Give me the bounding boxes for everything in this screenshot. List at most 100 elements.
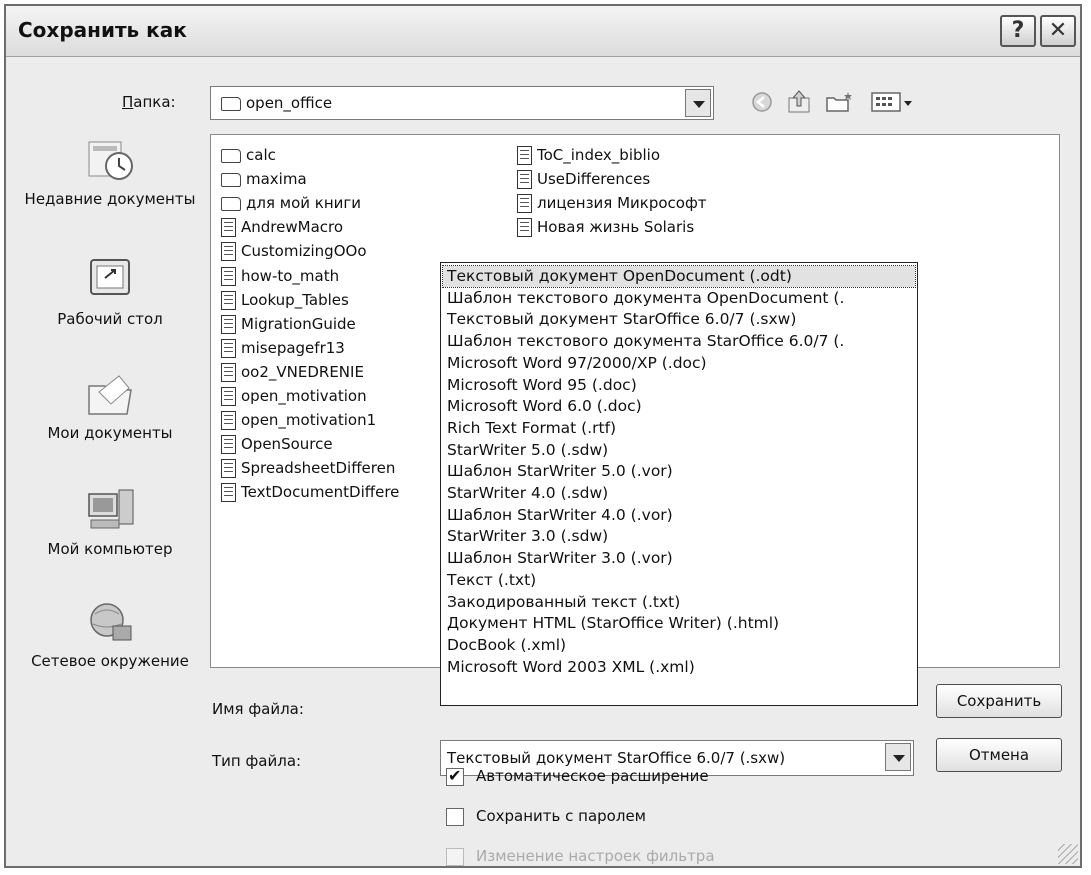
folder-label-text: апка: [133, 93, 176, 111]
document-icon [517, 218, 532, 238]
file-item[interactable]: oo2_VNEDRENIE [221, 360, 364, 384]
file-item[interactable]: ToC_index_biblio [517, 143, 660, 167]
file-item[interactable]: maxima [221, 167, 307, 191]
help-button[interactable]: ? [1000, 15, 1036, 47]
folder-combo[interactable]: open_office [210, 86, 714, 120]
filetype-option[interactable]: Текстовый документ OpenDocument (.odt) [442, 265, 916, 288]
file-name: how-to_math [241, 266, 340, 285]
file-name: лицензия Микрософт [537, 194, 707, 213]
document-icon [221, 338, 236, 358]
filetype-option[interactable]: Rich Text Format (.rtf) [447, 418, 616, 439]
filetype-option[interactable]: Текстовый документ StarOffice 6.0/7 (.sx… [447, 309, 796, 330]
file-item[interactable]: Новая жизнь Solaris [517, 215, 694, 239]
file-item[interactable]: CustomizingOOo [221, 239, 367, 263]
filetype-option[interactable]: StarWriter 5.0 (.sdw) [447, 440, 608, 461]
document-icon [221, 362, 236, 382]
title-bar: Сохранить как ? ✕ [6, 6, 1080, 57]
place-desktop[interactable]: Рабочий стол [20, 256, 200, 329]
file-item[interactable]: misepagefr13 [221, 336, 345, 360]
save-button[interactable]: Сохранить [936, 684, 1062, 718]
place-my-computer[interactable]: Мой компьютер [20, 486, 200, 559]
file-item[interactable]: TextDocumentDiffere [221, 480, 399, 504]
auto-extension-label: Автоматическое расширение [476, 767, 709, 785]
filetype-option[interactable]: StarWriter 3.0 (.sdw) [447, 526, 608, 547]
file-name: CustomizingOOo [241, 242, 367, 261]
filetype-option[interactable]: Шаблон StarWriter 3.0 (.vor) [447, 548, 673, 569]
document-icon [221, 411, 236, 431]
filetype-option[interactable]: StarWriter 4.0 (.sdw) [447, 483, 608, 504]
cancel-button[interactable]: Отмена [936, 738, 1062, 772]
dialog-title: Сохранить как [18, 18, 187, 42]
filetype-option[interactable]: Документ HTML (StarOffice Writer) (.html… [447, 613, 779, 634]
file-name: AndrewMacro [241, 218, 344, 237]
place-label: Мои документы [47, 424, 173, 442]
file-name: TextDocumentDiffere [241, 483, 400, 502]
folder-label: Папка: [122, 93, 176, 111]
file-item[interactable]: для мой книги [221, 191, 361, 215]
file-name: misepagefr13 [241, 338, 345, 357]
filetype-option[interactable]: Шаблон StarWriter 4.0 (.vor) [447, 505, 673, 526]
file-item[interactable]: how-to_math [221, 264, 339, 288]
document-icon [221, 459, 236, 479]
file-item[interactable]: MigrationGuide [221, 312, 356, 336]
filetype-option[interactable]: Microsoft Word 6.0 (.doc) [447, 396, 642, 417]
place-my-documents[interactable]: Мои документы [20, 370, 200, 443]
resize-grip[interactable] [1058, 844, 1078, 864]
filename-label: Имя файла: [212, 700, 304, 718]
auto-extension-checkbox[interactable] [446, 766, 464, 786]
filetype-option[interactable]: DocBook (.xml) [447, 635, 566, 656]
edit-filter-label: Изменение настроек фильтра [476, 847, 715, 865]
document-icon [221, 314, 236, 334]
filetype-option[interactable]: Microsoft Word 97/2000/XP (.doc) [447, 353, 707, 374]
folder-dropdown-button[interactable] [685, 89, 711, 117]
edit-filter-checkbox [446, 848, 464, 866]
recent-documents-icon [83, 136, 137, 184]
file-item[interactable]: UseDifferences [517, 167, 650, 191]
file-name: Новая жизнь Solaris [537, 218, 695, 237]
place-recent-documents[interactable]: Недавние документы [20, 136, 200, 209]
filetype-dropdown-list: Текстовый документ OpenDocument (.odt) Ша… [440, 262, 918, 706]
file-name: open_motivation [241, 387, 367, 405]
filetype-option[interactable]: Закодированный текст (.txt) [447, 592, 680, 613]
file-item[interactable]: SpreadsheetDifferen [221, 456, 395, 480]
document-icon [517, 170, 532, 190]
file-name: open_motivation1 [241, 411, 377, 430]
file-item[interactable]: Lookup_Tables [221, 288, 349, 312]
file-item[interactable]: лицензия Микрософт [517, 191, 707, 215]
document-icon [517, 146, 532, 165]
save-password-checkbox[interactable] [446, 808, 464, 826]
filetype-option[interactable]: Шаблон текстового документа StarOffice 6… [447, 331, 844, 352]
desktop-icon [83, 256, 137, 304]
new-folder-icon[interactable] [824, 90, 854, 114]
close-button[interactable]: ✕ [1040, 15, 1076, 47]
filetype-option[interactable]: Шаблон текстового документа OpenDocument… [447, 288, 844, 309]
filetype-option[interactable]: Microsoft Word 2003 XML (.xml) [447, 657, 695, 678]
file-name: UseDifferences [537, 170, 651, 189]
view-menu-icon[interactable] [870, 90, 914, 114]
folder-icon [221, 196, 241, 211]
file-item[interactable]: OpenSource [221, 432, 333, 456]
up-folder-icon[interactable] [786, 88, 812, 116]
network-icon [83, 598, 137, 646]
file-name: MigrationGuide [241, 314, 356, 333]
file-name: SpreadsheetDifferen [241, 459, 396, 478]
filetype-option[interactable]: Шаблон StarWriter 5.0 (.vor) [447, 461, 673, 482]
document-icon [221, 387, 236, 406]
back-icon[interactable] [750, 90, 774, 114]
file-item[interactable]: open_motivation [221, 384, 367, 408]
my-documents-icon [83, 370, 137, 418]
save-as-dialog: Сохранить как ? ✕ Папка: open_office Нед… [4, 4, 1082, 868]
place-label: Недавние документы [24, 190, 196, 208]
filetype-select-value: Текстовый документ StarOffice 6.0/7 (.sx… [447, 749, 786, 767]
filetype-option[interactable]: Текст (.txt) [447, 570, 536, 591]
file-name: OpenSource [241, 435, 333, 454]
place-network[interactable]: Сетевое окружение [20, 598, 200, 671]
place-label: Сетевое окружение [31, 652, 189, 670]
folder-name: open_office [246, 94, 333, 112]
file-item[interactable]: open_motivation1 [221, 408, 376, 432]
place-label: Рабочий стол [57, 310, 163, 328]
file-item[interactable]: AndrewMacro [221, 215, 343, 239]
filetype-dropdown-button[interactable] [885, 743, 911, 771]
filetype-option[interactable]: Microsoft Word 95 (.doc) [447, 375, 637, 396]
file-item[interactable]: calc [221, 143, 276, 167]
